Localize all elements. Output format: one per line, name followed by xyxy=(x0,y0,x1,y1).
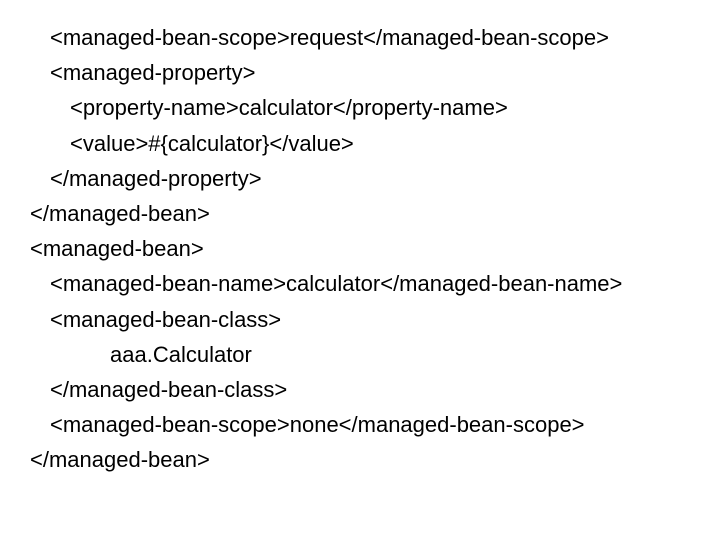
code-line: <property-name>calculator</property-name… xyxy=(30,90,690,125)
code-line: <managed-bean> xyxy=(30,231,690,266)
code-line: <managed-bean-scope>none</managed-bean-s… xyxy=(30,407,690,442)
code-line: </managed-bean-class> xyxy=(30,372,690,407)
code-line: </managed-bean> xyxy=(30,196,690,231)
code-line: <managed-property> xyxy=(30,55,690,90)
code-line: <managed-bean-name>calculator</managed-b… xyxy=(30,266,690,301)
code-line: aaa.Calculator xyxy=(30,337,690,372)
code-block: <managed-bean-scope>request</managed-bea… xyxy=(30,20,690,477)
code-line: </managed-bean> xyxy=(30,442,690,477)
code-line: </managed-property> xyxy=(30,161,690,196)
code-line: <managed-bean-class> xyxy=(30,302,690,337)
code-line: <managed-bean-scope>request</managed-bea… xyxy=(30,20,690,55)
code-line: <value>#{calculator}</value> xyxy=(30,126,690,161)
